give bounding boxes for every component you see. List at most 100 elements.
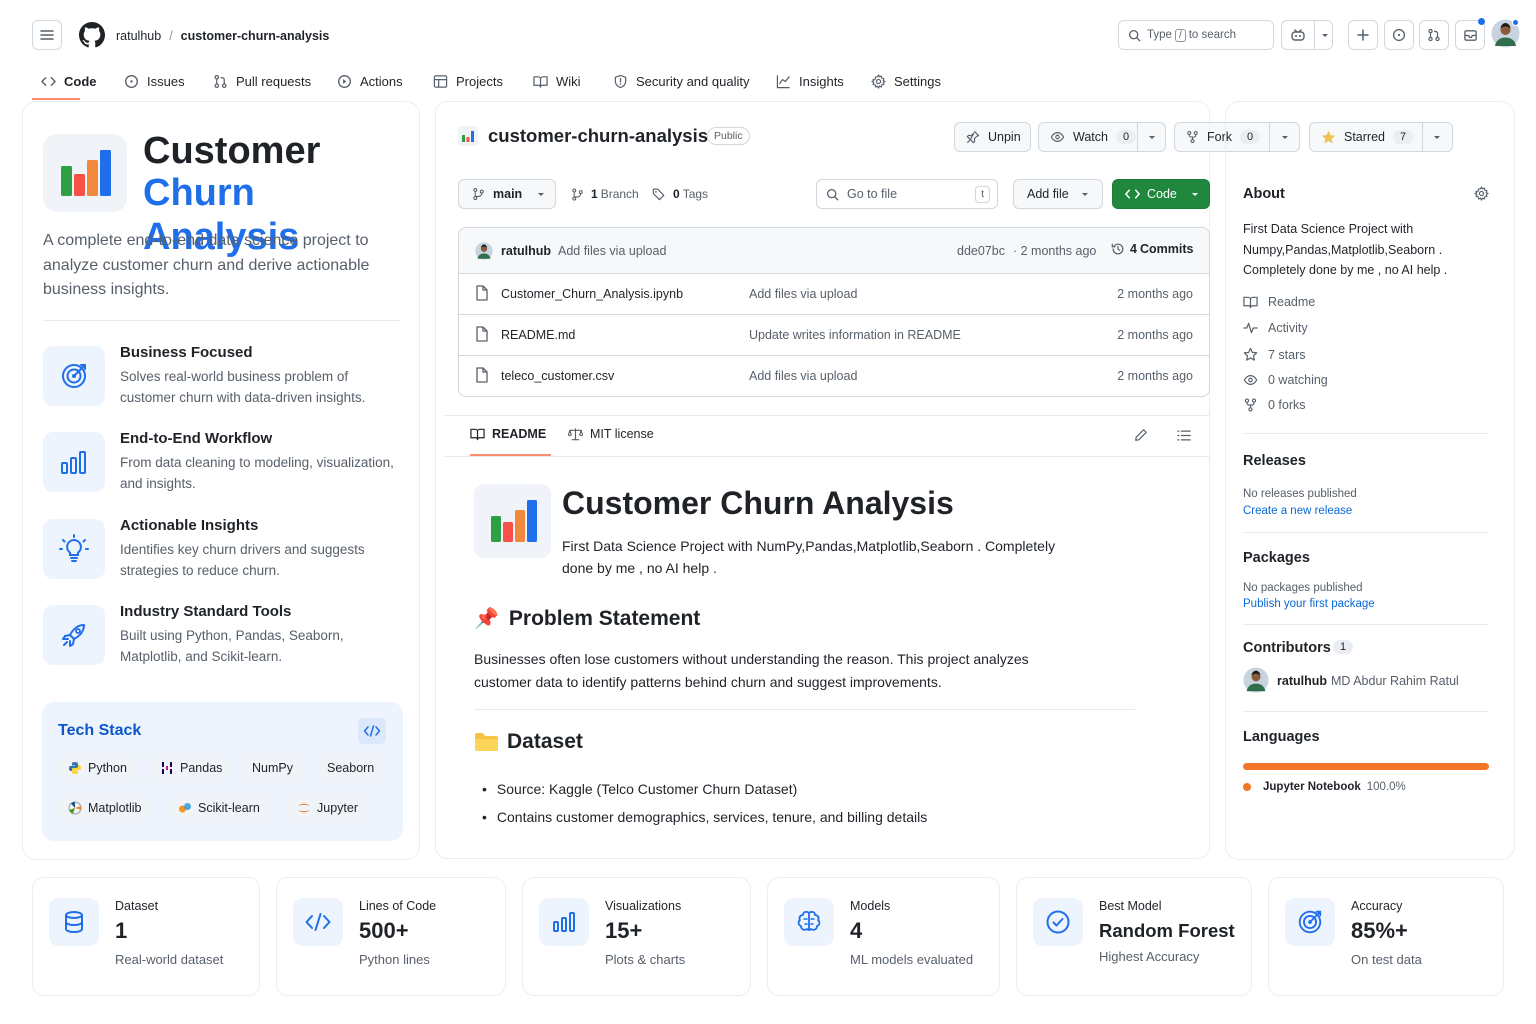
file-commit-message[interactable]: Add files via upload: [749, 369, 857, 383]
feature-desc: Solves real-world business problem of cu…: [120, 369, 366, 405]
stars-link[interactable]: 7 stars: [1243, 347, 1306, 362]
outline-button[interactable]: [1177, 429, 1191, 442]
issues-button[interactable]: [1384, 20, 1414, 50]
tab-projects[interactable]: Projects: [433, 62, 503, 100]
create-new-button[interactable]: [1348, 20, 1378, 50]
commits-link[interactable]: 4 Commits: [1111, 242, 1193, 256]
file-name[interactable]: README.md: [501, 328, 575, 342]
stat-value: 500+: [359, 918, 409, 943]
code-button[interactable]: Code: [1112, 179, 1210, 209]
file-icon: [476, 326, 488, 342]
releases-title[interactable]: Releases: [1243, 453, 1306, 469]
file-row[interactable]: Customer_Churn_Analysis.ipynb Add files …: [459, 273, 1209, 314]
tech-chip-numpy: NumPy: [242, 754, 303, 782]
tab-label: Issues: [147, 73, 185, 89]
tags-link[interactable]: 0 Tags: [652, 187, 708, 201]
dataset-item-contents: • Contains customer demographics, servic…: [482, 806, 927, 828]
feature-desc: Built using Python, Pandas, Seaborn, Mat…: [120, 628, 344, 664]
breadcrumb-repo[interactable]: customer-churn-analysis: [181, 29, 330, 43]
add-file-button[interactable]: Add file: [1013, 179, 1103, 209]
watch-button[interactable]: Watch 0: [1038, 122, 1166, 152]
branch-select[interactable]: main: [458, 179, 556, 209]
commit-author[interactable]: ratulhub: [501, 244, 551, 258]
tab-license[interactable]: MIT license: [568, 427, 654, 441]
stat-card-best-model: Best Model Random Forest Highest Accurac…: [1016, 877, 1252, 996]
stars-link-label: 7 stars: [1268, 347, 1306, 362]
forks-link[interactable]: 0 forks: [1243, 398, 1306, 412]
tab-issues[interactable]: Issues: [124, 62, 185, 100]
about-settings-button[interactable]: [1474, 186, 1489, 201]
pull-requests-button[interactable]: [1419, 20, 1449, 50]
tab-security-and-quality[interactable]: Security and quality: [613, 62, 749, 100]
tech-chip-label: Seaborn: [327, 761, 375, 775]
go-to-file-input[interactable]: Go to file t: [816, 179, 998, 209]
copilot-button[interactable]: [1281, 20, 1333, 50]
dataset-title: Dataset: [507, 730, 583, 753]
stat-sub: ML models evaluated: [850, 952, 974, 967]
inbox-unread-dot: [1478, 18, 1485, 25]
releases-empty: No releases published: [1243, 488, 1357, 500]
file-time: 2 months ago: [1117, 328, 1193, 342]
stat-label: Accuracy: [1351, 899, 1403, 913]
branches-link[interactable]: 1 Branch: [571, 187, 639, 201]
tech-chip-label: Python: [88, 761, 127, 775]
file-commit-message[interactable]: Add files via upload: [749, 287, 857, 301]
tab-code[interactable]: Code: [41, 62, 97, 100]
tab-label: Projects: [456, 73, 503, 89]
file-name[interactable]: Customer_Churn_Analysis.ipynb: [501, 287, 683, 301]
edit-readme-button[interactable]: [1134, 428, 1148, 442]
commit-message[interactable]: Add files via upload: [558, 244, 666, 258]
gear-icon: [1474, 186, 1489, 201]
tab-settings[interactable]: Settings: [871, 62, 941, 100]
readme-intro: First Data Science Project with NumPy,Pa…: [562, 538, 1056, 576]
rocket-icon: [43, 605, 105, 665]
language-item[interactable]: Jupyter Notebook 100.0%: [1243, 781, 1406, 793]
tab-wiki[interactable]: Wiki: [533, 62, 581, 100]
contributor-name: MD Abdur Rahim Ratul: [1331, 674, 1459, 688]
stat-sub: On test data: [1351, 952, 1422, 967]
tag-icon: [652, 188, 665, 201]
search-input[interactable]: Type / to search: [1118, 20, 1274, 50]
repo-name[interactable]: customer-churn-analysis: [488, 125, 708, 147]
star-icon: [1243, 347, 1258, 361]
contributor-avatar[interactable]: [1243, 667, 1269, 693]
readme-logo: [474, 484, 551, 558]
packages-title[interactable]: Packages: [1243, 550, 1310, 566]
tab-insights[interactable]: Insights: [776, 62, 844, 100]
repo-main-panel: customer-churn-analysis Public Unpin Wat…: [435, 101, 1453, 859]
file-name[interactable]: teleco_customer.csv: [501, 369, 614, 383]
book-icon: [470, 428, 485, 441]
history-icon: [1111, 243, 1124, 255]
menu-button[interactable]: [32, 20, 62, 50]
feature-title: Business Focused: [120, 344, 253, 361]
file-commit-message[interactable]: Update writes information in README: [749, 328, 961, 342]
tech-chip-label: Pandas: [180, 761, 223, 775]
readme-link[interactable]: Readme: [1243, 295, 1315, 309]
tab-label: Security and quality: [636, 73, 750, 89]
commit-hash[interactable]: dde07bc: [957, 244, 1005, 258]
bar-chart-icon: [43, 432, 105, 492]
tab-pull-requests[interactable]: Pull requests: [213, 62, 311, 100]
tab-readme[interactable]: README: [470, 427, 546, 441]
branch-count: 1: [591, 187, 598, 201]
watching-link[interactable]: 0 watching: [1243, 373, 1328, 387]
publish-package-link[interactable]: Publish your first package: [1243, 598, 1375, 610]
breadcrumb-owner[interactable]: ratulhub: [116, 29, 161, 43]
tab-actions[interactable]: Actions: [337, 62, 403, 100]
pull-request-icon: [214, 74, 227, 88]
project-description: A complete end-to-end data science proje…: [43, 232, 370, 298]
activity-link[interactable]: Activity: [1243, 321, 1308, 335]
tech-chip-label: Jupyter: [317, 801, 358, 815]
file-row[interactable]: teleco_customer.csv Add files via upload…: [459, 355, 1209, 396]
github-logo-icon[interactable]: [79, 22, 105, 48]
contributors-title[interactable]: Contributors: [1243, 640, 1331, 656]
stat-card-accuracy: Accuracy 85%+ On test data: [1268, 877, 1504, 996]
create-release-link[interactable]: Create a new release: [1243, 505, 1352, 517]
actions-icon: [338, 74, 351, 88]
unpin-button[interactable]: Unpin: [954, 122, 1031, 152]
file-row[interactable]: README.md Update writes information in R…: [459, 314, 1209, 355]
visibility-badge: Public: [707, 127, 750, 145]
about-sidebar: [1225, 101, 1515, 860]
stat-label: Lines of Code: [359, 899, 437, 913]
contributor-item[interactable]: ratulhub MD Abdur Rahim Ratul: [1277, 674, 1459, 688]
